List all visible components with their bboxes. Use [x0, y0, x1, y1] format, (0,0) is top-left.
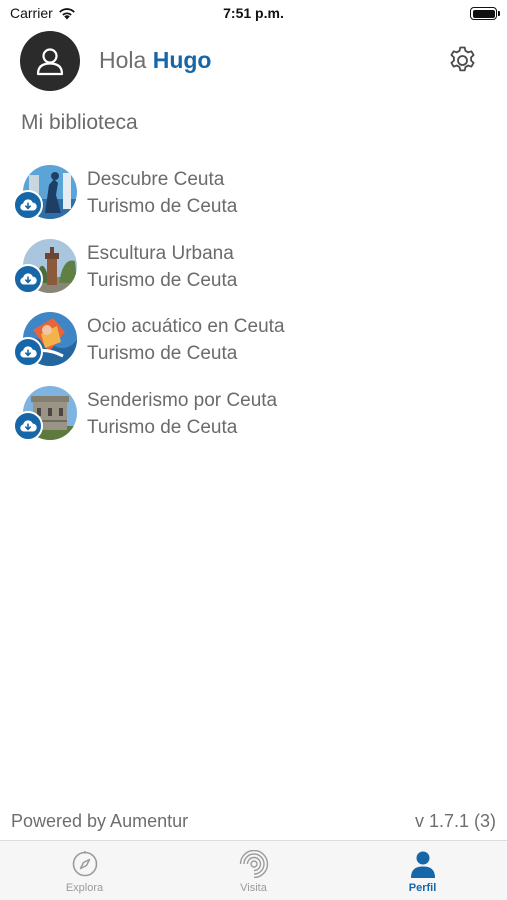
- library-title: Mi biblioteca: [21, 111, 138, 134]
- list-item[interactable]: Escultura Urbana Turismo de Ceuta: [0, 234, 507, 308]
- app-version: v 1.7.1 (3): [414, 811, 496, 831]
- greeting-text: Hola: [99, 47, 147, 73]
- route-title: Escultura Urbana: [87, 242, 234, 264]
- tab-explora[interactable]: Explora: [0, 841, 169, 900]
- user-icon: [36, 48, 64, 76]
- person-icon: [410, 851, 435, 878]
- tab-label: Explora: [65, 882, 104, 894]
- cloud-download-icon: [20, 272, 37, 284]
- avatar[interactable]: [20, 31, 80, 91]
- user-name: Hugo: [152, 47, 212, 73]
- route-subtitle: Turismo de Ceuta: [87, 416, 238, 438]
- list-item[interactable]: Descubre Ceuta Turismo de Ceuta: [0, 160, 507, 234]
- compass-icon: [72, 851, 97, 877]
- list-item[interactable]: Ocio acuático en Ceuta Turismo de Ceuta: [0, 307, 507, 381]
- route-subtitle: Turismo de Ceuta: [87, 269, 238, 291]
- list-item[interactable]: Senderismo por Ceuta Turismo de Ceuta: [0, 381, 507, 455]
- gear-icon: [450, 46, 475, 72]
- battery-icon: [470, 7, 500, 20]
- powered-by-label: Powered by Aumentur: [11, 811, 189, 831]
- route-title: Descubre Ceuta: [87, 169, 225, 190]
- visit-signal-icon: [239, 850, 268, 878]
- tab-label: Perfil: [408, 882, 437, 894]
- tab-label: Visita: [240, 882, 267, 894]
- route-title: Senderismo por Ceuta: [87, 389, 278, 411]
- download-badge[interactable]: [13, 263, 43, 294]
- status-bar: Carrier 7:51 p.m.: [0, 0, 507, 28]
- download-badge[interactable]: [13, 190, 43, 220]
- route-title: Ocio acuático en Ceuta: [87, 316, 285, 337]
- cloud-download-icon: [20, 419, 37, 431]
- tab-bar: Explora Visita Perfil: [0, 840, 507, 900]
- tab-perfil[interactable]: Perfil: [338, 841, 507, 900]
- greeting: Hola Hugo: [99, 47, 211, 74]
- route-subtitle: Turismo de Ceuta: [87, 196, 238, 217]
- library-list: Descubre Ceuta Turismo de Ceuta Escultur…: [0, 160, 507, 454]
- download-badge[interactable]: [13, 410, 43, 441]
- download-badge[interactable]: [13, 337, 43, 367]
- tab-visita[interactable]: Visita: [169, 841, 338, 900]
- cloud-download-icon: [20, 346, 37, 358]
- cloud-download-icon: [20, 199, 37, 211]
- settings-button[interactable]: [446, 44, 479, 77]
- route-subtitle: Turismo de Ceuta: [87, 343, 238, 364]
- status-time: 7:51 p.m.: [223, 5, 284, 21]
